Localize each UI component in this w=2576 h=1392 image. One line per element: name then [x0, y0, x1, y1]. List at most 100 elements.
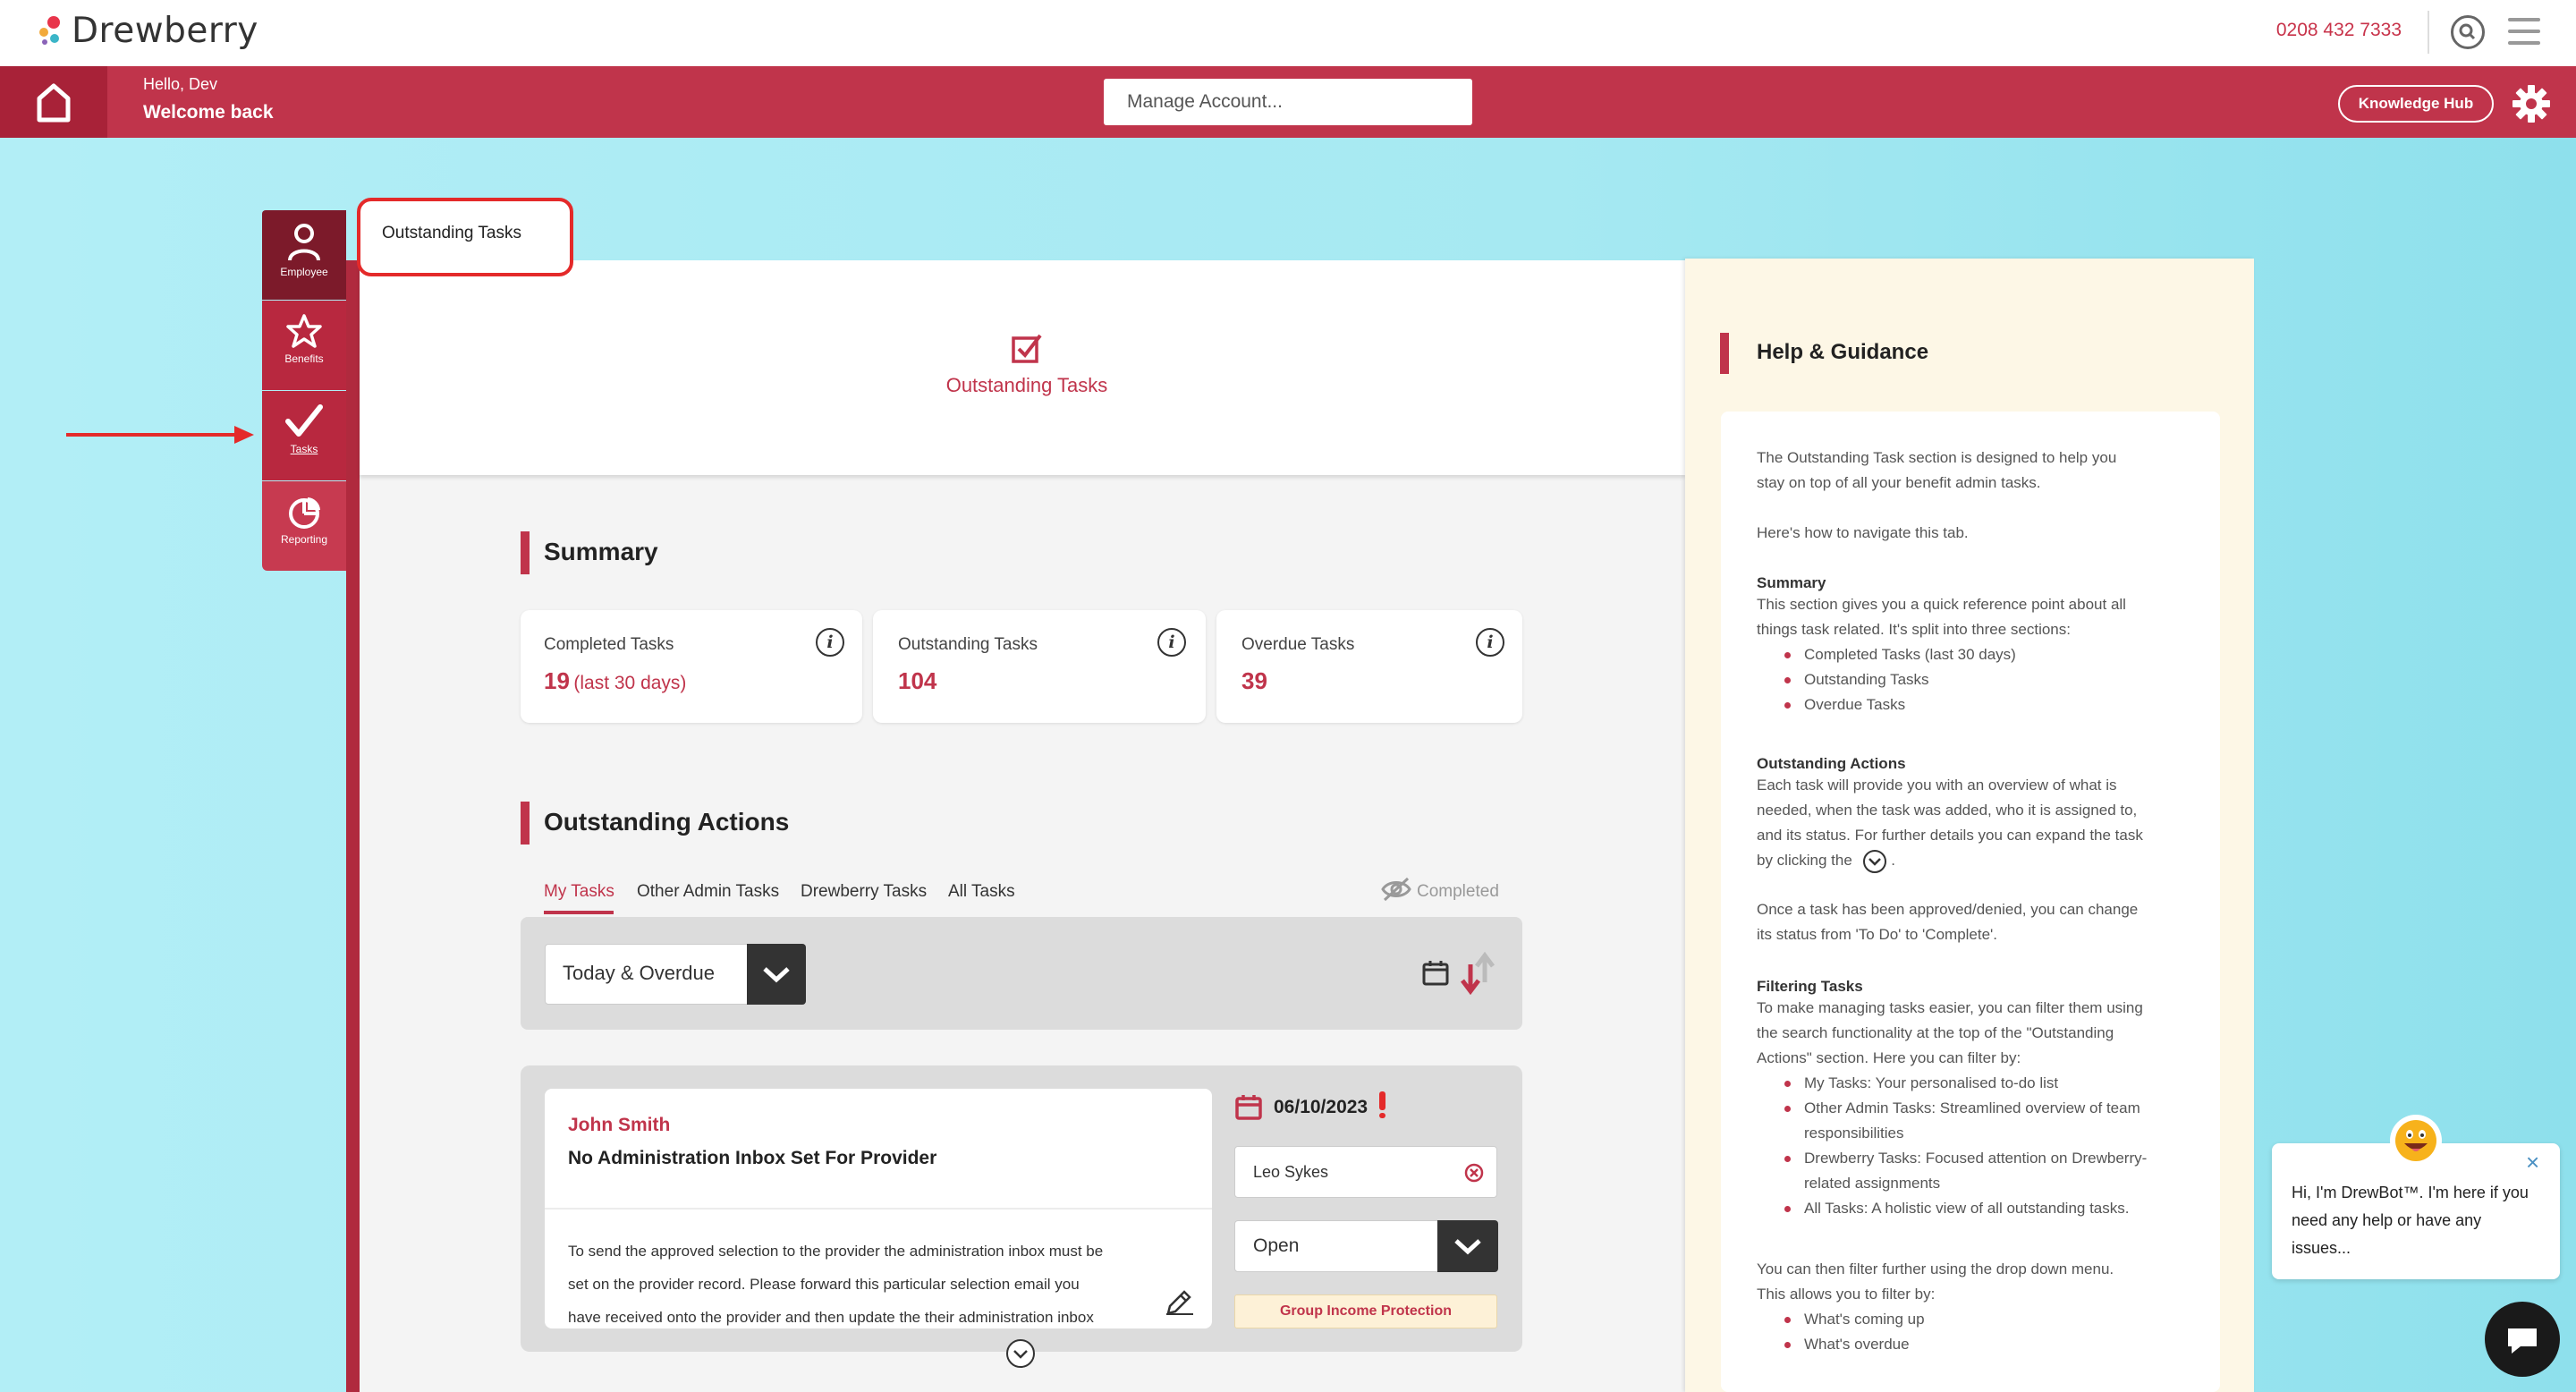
summary-card-outstanding: Outstanding Tasks 104 i: [873, 610, 1206, 723]
checkmark-icon: [285, 404, 323, 437]
status-select[interactable]: Open: [1234, 1220, 1498, 1272]
close-icon[interactable]: ×: [2526, 1149, 2539, 1176]
chat-line: issues...: [2292, 1239, 2351, 1257]
greeting-text: Hello, Dev: [143, 75, 218, 93]
calendar-icon[interactable]: [1422, 959, 1449, 986]
gear-icon[interactable]: [2510, 82, 2553, 125]
annotation-arrow-icon: [66, 426, 254, 444]
filter-tab-all[interactable]: All Tasks: [948, 882, 1015, 902]
sidebar-item-benefits[interactable]: Benefits: [262, 301, 346, 390]
help-text: This allows you to filter by:: [1757, 1285, 1936, 1303]
manage-account-select[interactable]: Manage Account...: [1104, 79, 1472, 125]
section-bar: [521, 531, 530, 574]
chat-line: need any help or have any: [2292, 1211, 2482, 1229]
chat-launcher-button[interactable]: [2485, 1302, 2560, 1377]
date-filter-value: Today & Overdue: [563, 962, 715, 984]
section-bar: [521, 802, 530, 845]
completed-toggle[interactable]: Completed: [1417, 882, 1499, 902]
card-label: Completed Tasks: [544, 635, 674, 654]
sidebar-item-label: Reporting: [280, 533, 328, 546]
search-icon[interactable]: [2451, 15, 2485, 49]
help-text: by clicking the: [1757, 852, 1852, 869]
welcome-text: Welcome back: [143, 102, 274, 123]
chat-bubble-icon: [2508, 1328, 2537, 1354]
hero-panel: [360, 260, 1685, 475]
smiley-face-icon: [2395, 1120, 2436, 1161]
filter-tab-other-admin[interactable]: Other Admin Tasks: [637, 882, 779, 902]
star-icon: [286, 314, 322, 348]
knowledge-hub-button[interactable]: Knowledge Hub: [2338, 85, 2494, 123]
card-label: Outstanding Tasks: [898, 635, 1038, 654]
calendar-icon: [1235, 1095, 1262, 1120]
list-item: What's overdue: [1784, 1332, 2204, 1357]
brand-logo-text[interactable]: Drewberry: [72, 11, 258, 51]
help-text: stay on top of all your benefit admin ta…: [1757, 474, 2041, 491]
status-value: Open: [1253, 1235, 1300, 1256]
list-item-continued: related assignments: [1804, 1174, 1941, 1192]
list-item: My Tasks: Your personalised to-do list: [1784, 1071, 2204, 1096]
edit-pencil-icon[interactable]: [1165, 1285, 1195, 1315]
chat-line: Hi, I'm DrewBot™. I'm here if you: [2292, 1184, 2529, 1201]
help-text: You can then filter further using the dr…: [1757, 1260, 2114, 1277]
eye-slash-icon[interactable]: [1381, 877, 1411, 902]
card-value: 104: [898, 667, 937, 694]
info-icon[interactable]: i: [1476, 628, 1504, 657]
top-bar: [0, 0, 2576, 66]
card-value-row: 19 (last 30 days): [544, 667, 686, 695]
help-text: and its status. For further details you …: [1757, 827, 2143, 844]
sidebar-item-reporting[interactable]: Reporting: [262, 481, 346, 571]
pie-chart-icon: [289, 497, 320, 529]
help-list: Completed Tasks (last 30 days) Outstandi…: [1784, 642, 2204, 717]
help-text: its status from 'To Do' to 'Complete'.: [1757, 925, 1998, 943]
filter-tab-drewberry[interactable]: Drewberry Tasks: [801, 882, 927, 902]
chatbot-message: Hi, I'm DrewBot™. I'm here if you need a…: [2292, 1179, 2551, 1262]
help-text: Here's how to navigate this tab.: [1757, 524, 1969, 541]
info-icon[interactable]: i: [816, 628, 844, 657]
sidebar-item-tasks[interactable]: Tasks: [262, 391, 346, 480]
chevron-down-icon[interactable]: [747, 944, 806, 1005]
info-icon[interactable]: i: [1157, 628, 1186, 657]
logo-icon: [39, 16, 60, 45]
sidebar-item-employee[interactable]: Employee: [262, 210, 346, 300]
chevron-circle-icon: [1862, 849, 1886, 873]
help-heading: Outstanding Actions: [1757, 755, 1906, 772]
card-value: 39: [1241, 667, 1267, 694]
help-list: My Tasks: Your personalised to-do list O…: [1784, 1071, 2204, 1221]
card-label: Overdue Tasks: [1241, 635, 1355, 654]
hero-title: Outstanding Tasks: [945, 374, 1108, 396]
assignee-field[interactable]: Leo Sykes: [1234, 1146, 1497, 1198]
clear-icon[interactable]: [1464, 1163, 1484, 1183]
hamburger-menu-icon[interactable]: [2508, 18, 2540, 47]
help-text: the search functionality at the top of t…: [1757, 1023, 2114, 1041]
help-text: Once a task has been approved/denied, yo…: [1757, 900, 2139, 918]
expand-chevron-icon[interactable]: [1005, 1338, 1036, 1369]
chevron-down-icon[interactable]: [1437, 1220, 1498, 1272]
sort-icon[interactable]: [1458, 952, 1499, 995]
help-title: Help & Guidance: [1757, 340, 1929, 364]
task-due-date: 06/10/2023: [1274, 1097, 1368, 1117]
filter-tab-my-tasks[interactable]: My Tasks: [544, 882, 614, 902]
list-item-continued: responsibilities: [1804, 1124, 1904, 1142]
assignee-name: Leo Sykes: [1253, 1163, 1329, 1181]
list-item: Completed Tasks (last 30 days): [1784, 642, 2204, 667]
phone-number[interactable]: 0208 432 7333: [2276, 20, 2402, 41]
help-text: The Outstanding Task section is designed…: [1757, 449, 2117, 466]
help-text: Each task will provide you with an overv…: [1757, 777, 2117, 794]
home-icon: [37, 83, 71, 123]
description-line: have received onto the provider and then…: [568, 1309, 1094, 1326]
topbar-divider: [2428, 11, 2429, 54]
list-item: Other Admin Tasks: Streamlined overview …: [1784, 1096, 2204, 1121]
help-text: needed, when the task was added, who it …: [1757, 802, 2138, 819]
sidebar-item-label: Tasks: [290, 443, 318, 455]
card-suffix: (last 30 days): [573, 673, 687, 693]
list-item: Outstanding Tasks: [1784, 667, 2204, 692]
home-button[interactable]: [0, 66, 107, 138]
task-title: No Administration Inbox Set For Provider: [568, 1148, 937, 1168]
list-item: All Tasks: A holistic view of all outsta…: [1784, 1196, 2204, 1221]
help-text-row: by clicking the .: [1757, 848, 2204, 874]
help-text: things task related. It's split into thr…: [1757, 621, 2071, 638]
help-text: This section gives you a quick reference…: [1757, 596, 2126, 613]
help-body: The Outstanding Task section is designed…: [1757, 446, 2204, 1357]
list-item: Overdue Tasks: [1784, 692, 2204, 717]
summary-card-completed: Completed Tasks 19 (last 30 days) i: [521, 610, 862, 723]
